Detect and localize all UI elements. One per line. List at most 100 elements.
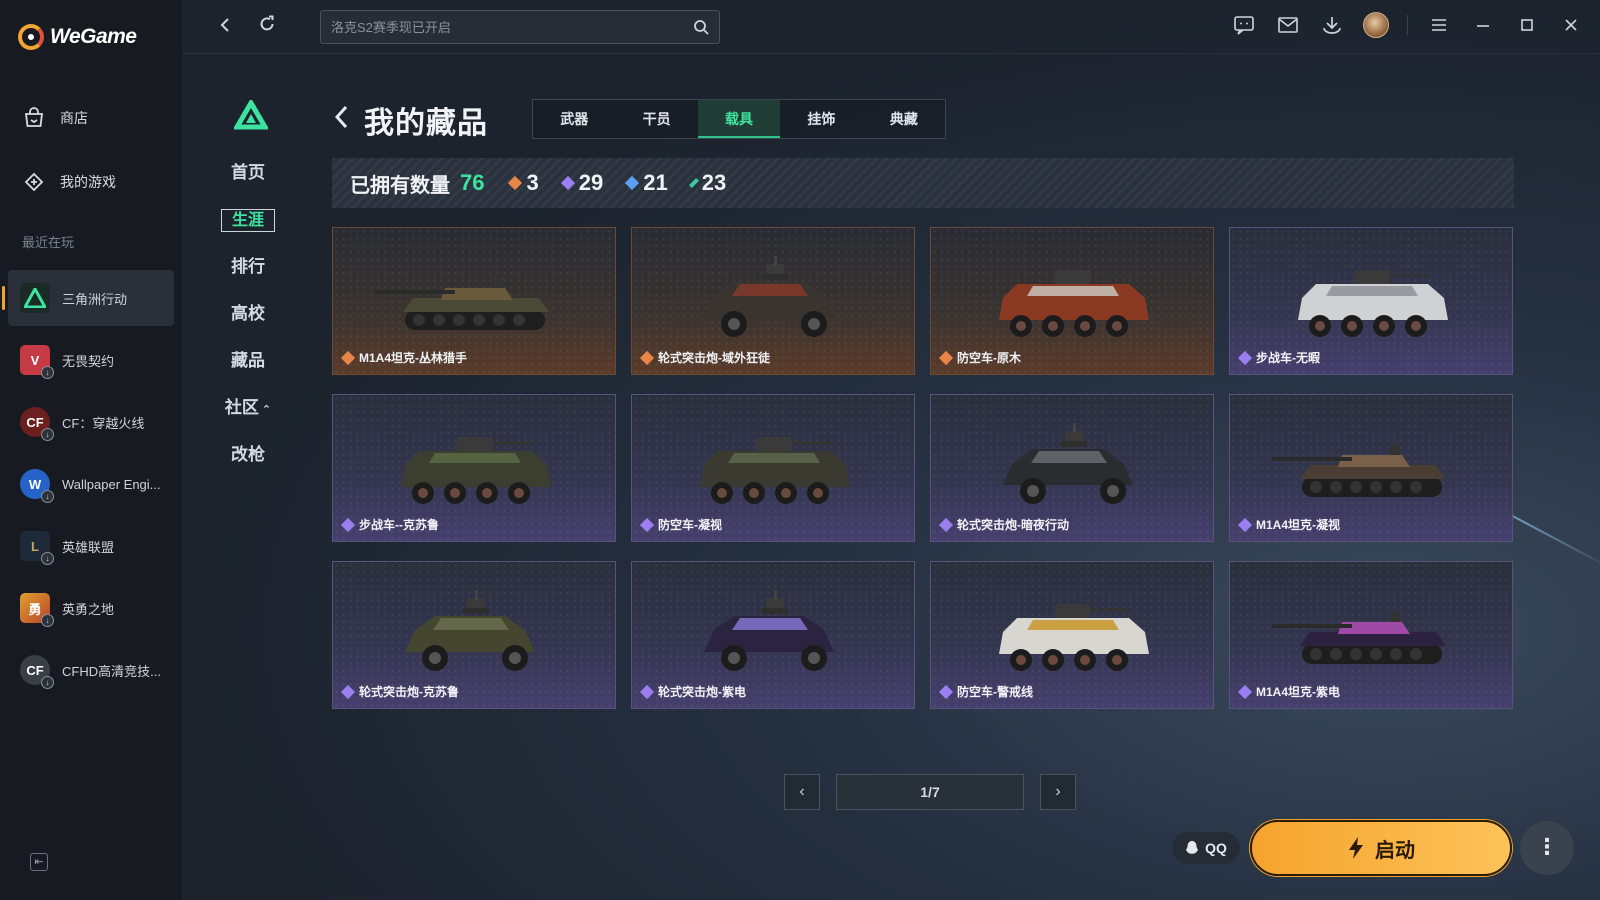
subnav-home[interactable]: 首页 bbox=[218, 156, 278, 203]
tab-operators[interactable]: 干员 bbox=[615, 100, 697, 138]
top-bar bbox=[182, 0, 1600, 54]
download-badge-icon: ↓ bbox=[41, 676, 54, 689]
subnav-college[interactable]: 高校 bbox=[218, 297, 278, 344]
purple-rarity-gem-icon bbox=[938, 517, 954, 532]
vehicle-name: 防空车-原木 bbox=[957, 351, 1021, 365]
refresh-button[interactable] bbox=[254, 14, 280, 40]
subnav-collection[interactable]: 藏品 bbox=[218, 344, 278, 391]
vehicle-card[interactable]: M1A4坦克-凝视 bbox=[1229, 394, 1513, 542]
vehicle-card-label: 防空车-警戒线 bbox=[938, 683, 1033, 700]
qq-label: QQ bbox=[1205, 840, 1227, 856]
game-name: Wallpaper Engi... bbox=[62, 476, 161, 492]
toolbar-divider bbox=[1407, 15, 1408, 35]
game-item-crossfire[interactable]: CF ↓ CF：穿越火线 bbox=[8, 394, 174, 450]
qq-login-button[interactable]: QQ bbox=[1172, 832, 1240, 864]
vehicle-card[interactable]: 轮式突击炮-紫电 bbox=[631, 561, 915, 709]
tab-classics[interactable]: 典藏 bbox=[863, 100, 945, 138]
game-name: 英勇之地 bbox=[62, 601, 115, 617]
subnav-gun-mod[interactable]: 改枪 bbox=[218, 438, 278, 485]
game-item-cfhd[interactable]: CF ↓ CFHD高清竞技... bbox=[8, 642, 174, 698]
rarity-stat-green: 23 bbox=[688, 170, 726, 196]
vehicle-name: M1A4坦克-紫电 bbox=[1256, 685, 1341, 699]
recent-games-list: 三角洲行动 V ↓ 无畏契约 CF ↓ CF：穿越火线 W ↓ Wallpaper E… bbox=[2, 270, 174, 704]
apc-image bbox=[700, 437, 850, 504]
sidebar-item-my-games[interactable]: 我的游戏 bbox=[22, 170, 116, 194]
download-badge-icon: ↓ bbox=[41, 366, 54, 379]
collapse-sidebar-button[interactable]: ⇤ bbox=[30, 853, 48, 871]
vehicle-card-label: M1A4坦克-凝视 bbox=[1237, 516, 1340, 533]
delta-force-icon bbox=[20, 283, 50, 313]
subnav-ranking[interactable]: 排行 bbox=[218, 250, 278, 297]
vehicle-card-label: 防空车-原木 bbox=[938, 349, 1021, 366]
cfhd-icon: CF ↓ bbox=[20, 655, 54, 689]
vehicle-card[interactable]: 防空车-原木 bbox=[930, 227, 1214, 375]
vehicle-card[interactable]: 防空车-警戒线 bbox=[930, 561, 1214, 709]
mail-icon[interactable] bbox=[1275, 12, 1301, 38]
apc-image bbox=[999, 270, 1149, 337]
page-indicator: 1/7 bbox=[836, 774, 1024, 810]
search-input[interactable] bbox=[331, 19, 693, 35]
vehicle-card[interactable]: 防空车-凝视 bbox=[631, 394, 915, 542]
vehicle-card[interactable]: M1A4坦克-丛林猎手 bbox=[332, 227, 616, 375]
next-page-button[interactable]: › bbox=[1040, 774, 1076, 810]
search-icon[interactable] bbox=[693, 19, 709, 35]
game-item-valorant[interactable]: V ↓ 无畏契约 bbox=[8, 332, 174, 388]
search-box[interactable] bbox=[320, 10, 720, 44]
vehicle-card-label: M1A4坦克-紫电 bbox=[1237, 683, 1341, 700]
purple-rarity-gem-icon bbox=[340, 684, 356, 699]
game-item-hero-land[interactable]: 勇 ↓ 英勇之地 bbox=[8, 580, 174, 636]
menu-icon[interactable] bbox=[1426, 12, 1452, 38]
minimize-icon[interactable] bbox=[1470, 12, 1496, 38]
chevron-left-icon bbox=[334, 105, 348, 128]
chat-icon[interactable] bbox=[1231, 12, 1257, 38]
vehicle-name: 轮式突击炮-暗夜行动 bbox=[957, 518, 1069, 532]
apc-image bbox=[999, 604, 1149, 671]
sidebar-item-store[interactable]: 商店 bbox=[22, 106, 88, 130]
tab-vehicles[interactable]: 载具 bbox=[697, 100, 781, 138]
refresh-icon bbox=[260, 15, 274, 31]
subnav-community[interactable]: 社区 ⌃ bbox=[218, 391, 278, 438]
page-title: 我的藏品 bbox=[364, 107, 488, 140]
vehicle-card-label: 轮式突击炮-域外狂徒 bbox=[639, 349, 770, 366]
wegame-logo[interactable]: WeGame bbox=[18, 24, 137, 50]
game-item-delta-force[interactable]: 三角洲行动 bbox=[2, 270, 174, 326]
owned-count-total: 76 bbox=[460, 170, 485, 195]
tab-charms[interactable]: 挂饰 bbox=[780, 100, 862, 138]
vehicle-card[interactable]: M1A4坦克-紫电 bbox=[1229, 561, 1513, 709]
vehicle-card-label: 轮式突击炮-暗夜行动 bbox=[938, 516, 1069, 533]
owned-stats-bar: 已拥有数量 76 3 29 21 23 bbox=[332, 158, 1514, 208]
vehicle-name: 轮式突击炮-域外狂徒 bbox=[658, 351, 770, 365]
pagination: ‹ 1/7 › bbox=[784, 774, 1076, 810]
page-back-button[interactable] bbox=[332, 104, 350, 137]
green-gem-icon bbox=[688, 178, 699, 188]
vehicle-card[interactable]: 步战车-无暇 bbox=[1229, 227, 1513, 375]
game-item-wallpaper-engine[interactable]: W ↓ Wallpaper Engi... bbox=[8, 456, 174, 512]
close-icon[interactable] bbox=[1558, 12, 1584, 38]
vehicle-card[interactable]: 步战车--克苏鲁 bbox=[332, 394, 616, 542]
download-icon[interactable] bbox=[1319, 12, 1345, 38]
vehicle-card[interactable]: 轮式突击炮-克苏鲁 bbox=[332, 561, 616, 709]
tank-image bbox=[1272, 445, 1446, 497]
rarity-stat-purple: 29 bbox=[560, 170, 603, 196]
user-avatar[interactable] bbox=[1363, 12, 1389, 38]
store-icon bbox=[22, 106, 46, 130]
maximize-icon[interactable] bbox=[1514, 12, 1540, 38]
purple-rarity-gem-icon bbox=[938, 684, 954, 699]
game-item-lol[interactable]: L ↓ 英雄联盟 bbox=[8, 518, 174, 574]
vehicle-card[interactable]: 轮式突击炮-暗夜行动 bbox=[930, 394, 1214, 542]
vehicle-name: 防空车-凝视 bbox=[658, 518, 722, 532]
prev-page-button[interactable]: ‹ bbox=[784, 774, 820, 810]
download-badge-icon: ↓ bbox=[41, 490, 54, 503]
vehicle-name: 步战车-无暇 bbox=[1256, 351, 1320, 365]
purple-gem-icon bbox=[560, 175, 575, 191]
game-name: CFHD高清竞技... bbox=[62, 663, 161, 679]
subnav-career[interactable]: 生涯 bbox=[218, 203, 278, 250]
orange-rarity-gem-icon bbox=[340, 350, 356, 365]
more-options-button[interactable]: ⋮ bbox=[1520, 821, 1574, 875]
crossfire-icon: CF ↓ bbox=[20, 407, 54, 441]
back-button[interactable] bbox=[212, 14, 238, 40]
tab-weapons[interactable]: 武器 bbox=[533, 100, 615, 138]
vehicle-card[interactable]: 轮式突击炮-域外狂徒 bbox=[631, 227, 915, 375]
vehicle-name: M1A4坦克-丛林猎手 bbox=[359, 351, 468, 365]
launch-game-button[interactable]: 启动 bbox=[1250, 820, 1512, 876]
